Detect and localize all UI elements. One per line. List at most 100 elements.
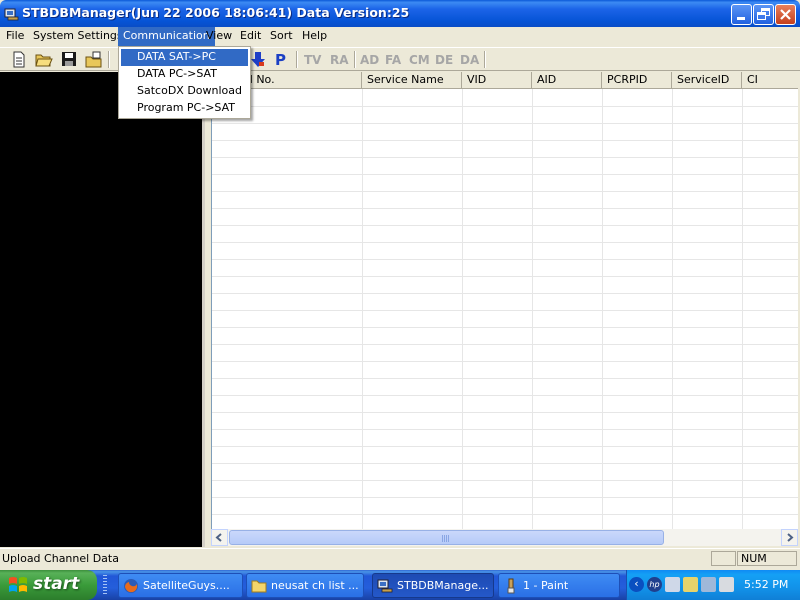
- task-button-stbdbmanager[interactable]: STBDBManage...: [372, 573, 494, 598]
- arrow-left-icon: [215, 533, 222, 542]
- menu-item-program-pc-to-sat[interactable]: Program PC->SAT: [121, 100, 248, 117]
- column-header-service-name[interactable]: Service Name: [362, 72, 462, 89]
- taskbar-grip[interactable]: [103, 575, 107, 595]
- app-icon: [377, 579, 393, 593]
- toolbar-separator: [296, 51, 298, 68]
- hp-icon[interactable]: hp: [647, 577, 662, 592]
- grid-column-line: [602, 89, 603, 529]
- cm-button[interactable]: CM: [409, 53, 430, 67]
- grid-header: el No. Service Name VID AID PCRPID Servi…: [212, 72, 798, 89]
- de-button[interactable]: DE: [435, 53, 453, 67]
- grid-row-line: [212, 242, 798, 243]
- new-file-icon[interactable]: [10, 51, 28, 68]
- open-folder-icon[interactable]: [35, 51, 53, 68]
- radio-button[interactable]: RA: [330, 53, 349, 67]
- communication-menu: DATA SAT->PC DATA PC->SAT SatcoDX Downlo…: [118, 46, 251, 119]
- window-title: STBDBManager(Jun 22 2006 18:06:41) Data …: [22, 5, 410, 20]
- app-icon: [4, 8, 19, 21]
- grid-row-line: [212, 157, 798, 158]
- scroll-left-button[interactable]: [211, 529, 228, 546]
- task-label: SatelliteGuys....: [143, 579, 230, 592]
- task-button-paint[interactable]: 1 - Paint: [498, 573, 620, 598]
- status-pane-empty: [711, 551, 736, 566]
- firefox-icon: [124, 579, 138, 593]
- tv-button[interactable]: TV: [304, 53, 321, 67]
- grid-row-line: [212, 395, 798, 396]
- minimize-icon: [737, 17, 745, 20]
- grid-row-line: [212, 412, 798, 413]
- close-button[interactable]: [775, 4, 796, 25]
- grid-row-line: [212, 208, 798, 209]
- program-button[interactable]: P: [275, 51, 286, 69]
- grid-row-line: [212, 463, 798, 464]
- menu-file[interactable]: File: [1, 27, 29, 46]
- task-button-neusat[interactable]: neusat ch list ...: [246, 573, 364, 598]
- menu-view[interactable]: View: [201, 27, 237, 46]
- num-lock-indicator: NUM: [737, 551, 797, 566]
- scroll-thumb[interactable]: [229, 530, 664, 545]
- grip-icon: [442, 535, 450, 542]
- column-header-pcrpid[interactable]: PCRPID: [602, 72, 672, 89]
- grid-row-line: [212, 378, 798, 379]
- scroll-right-button[interactable]: [781, 529, 798, 546]
- save-icon[interactable]: [60, 51, 78, 68]
- column-header-ci[interactable]: CI: [742, 72, 798, 89]
- grid-row-line: [212, 293, 798, 294]
- windows-logo-icon: [9, 577, 27, 592]
- title-bar[interactable]: STBDBManager(Jun 22 2006 18:06:41) Data …: [0, 0, 800, 30]
- arrow-right-icon: [787, 533, 794, 542]
- menu-bar: File System Settings Communication View …: [0, 27, 800, 46]
- menu-item-data-sat-to-pc[interactable]: DATA SAT->PC: [121, 49, 248, 66]
- grid-row-line: [212, 480, 798, 481]
- menu-system-settings[interactable]: System Settings: [28, 27, 128, 46]
- download-arrow-icon[interactable]: [249, 51, 267, 68]
- menu-help[interactable]: Help: [297, 27, 332, 46]
- ad-button[interactable]: AD: [360, 53, 379, 67]
- grid-row-line: [212, 276, 798, 277]
- restore-button[interactable]: [753, 4, 774, 25]
- fa-button[interactable]: FA: [385, 53, 401, 67]
- paint-icon: [507, 578, 515, 594]
- security-shield-icon[interactable]: [665, 577, 680, 592]
- da-button[interactable]: DA: [460, 53, 479, 67]
- grid-row-line: [212, 429, 798, 430]
- status-bar: Upload Channel Data NUM: [0, 548, 800, 567]
- column-header-vid[interactable]: VID: [462, 72, 532, 89]
- menu-edit[interactable]: Edit: [235, 27, 266, 46]
- taskbar: start SatelliteGuys.... neusat ch list .…: [0, 570, 800, 600]
- grid-row-line: [212, 106, 798, 107]
- status-text: Upload Channel Data: [2, 552, 119, 565]
- grid-row-line: [212, 123, 798, 124]
- grid-row-line: [212, 497, 798, 498]
- menu-item-data-pc-to-sat[interactable]: DATA PC->SAT: [121, 66, 248, 83]
- toolbar-separator: [354, 51, 356, 68]
- task-button-satelliteguys[interactable]: SatelliteGuys....: [118, 573, 243, 598]
- menu-sort[interactable]: Sort: [265, 27, 298, 46]
- grid-column-line: [362, 89, 363, 529]
- grid-row-line: [212, 310, 798, 311]
- channel-grid[interactable]: el No. Service Name VID AID PCRPID Servi…: [211, 72, 798, 529]
- column-header-serviceid[interactable]: ServiceID: [672, 72, 742, 89]
- start-button[interactable]: start: [0, 570, 97, 600]
- open-file-icon[interactable]: [85, 51, 103, 68]
- display-icon[interactable]: [719, 577, 734, 592]
- show-hidden-icons-chevron-icon[interactable]: ‹: [629, 577, 644, 592]
- grid-row-line: [212, 344, 798, 345]
- grid-column-line: [742, 89, 743, 529]
- horizontal-scrollbar[interactable]: [211, 529, 798, 546]
- network-icon[interactable]: [683, 577, 698, 592]
- grid-row-line: [212, 361, 798, 362]
- system-tray: ‹ hp 5:52 PM: [626, 570, 800, 600]
- toolbar-separator: [108, 51, 110, 68]
- grid-row-line: [212, 327, 798, 328]
- toolbar-separator: [484, 51, 486, 68]
- grid-row-line: [212, 140, 798, 141]
- satellite-tree-pane[interactable]: [0, 72, 205, 547]
- minimize-button[interactable]: [731, 4, 752, 25]
- grid-column-line: [532, 89, 533, 529]
- menu-item-satcodx-download[interactable]: SatcoDX Download: [121, 83, 248, 100]
- column-header-aid[interactable]: AID: [532, 72, 602, 89]
- folder-icon: [251, 580, 267, 593]
- volume-icon[interactable]: [701, 577, 716, 592]
- clock: 5:52 PM: [744, 578, 789, 591]
